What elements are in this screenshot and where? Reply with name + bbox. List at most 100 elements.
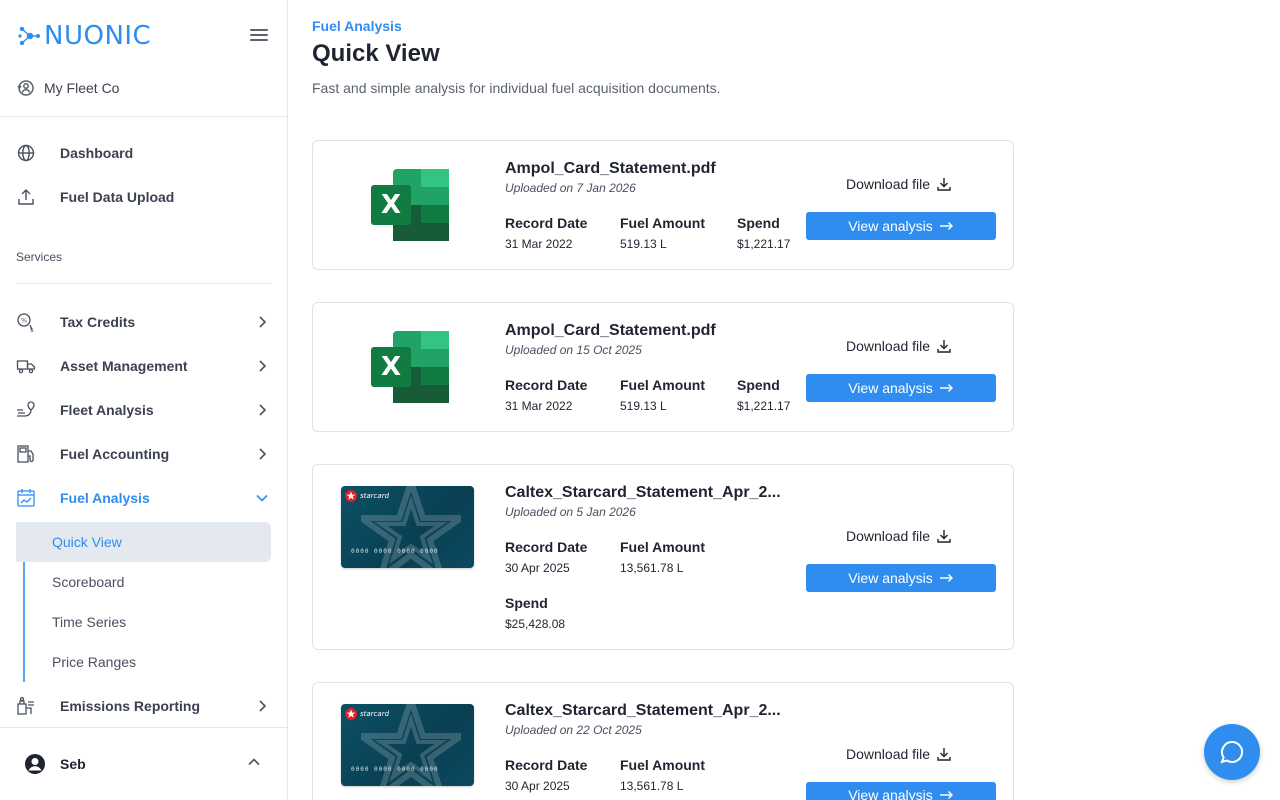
starcard-image: starcard 0000 0000 0000 0000 — [341, 704, 474, 786]
svg-text:$: $ — [30, 327, 34, 332]
document-card: X Ampol_Card_Statement.pdf Uploaded on 7… — [312, 140, 1014, 270]
chevron-up-icon — [248, 758, 260, 766]
brand-name: NUONIC — [44, 21, 152, 51]
excel-icon: X — [371, 169, 449, 246]
sidebar-item-fuel-data-upload[interactable]: Fuel Data Upload — [16, 177, 272, 217]
caltex-star-icon — [345, 708, 357, 720]
page-subtitle: Fast and simple analysis for individual … — [312, 80, 721, 96]
view-analysis-button[interactable]: View analysis — [806, 374, 996, 402]
record-date-label: Record Date — [505, 539, 588, 555]
record-date-field: Record Date 30 Apr 2025 — [505, 757, 587, 793]
download-file-link[interactable]: Download file — [846, 338, 951, 354]
chat-bubble-icon — [1220, 740, 1244, 764]
starcard-image: starcard 0000 0000 0000 0000 — [341, 486, 474, 568]
record-date-label: Record Date — [505, 757, 588, 773]
view-analysis-label: View analysis — [848, 218, 933, 234]
file-name: Caltex_Starcard_Statement_Apr_2... — [505, 484, 781, 501]
arrow-right-icon — [939, 222, 953, 230]
org-switcher[interactable]: My Fleet Co — [16, 76, 119, 100]
sidebar-item-tax-credits[interactable]: % $ Tax Credits — [16, 302, 272, 342]
sidebar-item-asset-management[interactable]: Asset Management — [16, 346, 272, 386]
upload-date: Uploaded on 7 Jan 2026 — [505, 181, 636, 195]
file-name: Ampol_Card_Statement.pdf — [505, 322, 716, 339]
record-date-value: 30 Apr 2025 — [505, 779, 570, 793]
download-icon — [937, 530, 951, 543]
chat-button[interactable] — [1204, 724, 1260, 780]
starcard-brand: starcard — [345, 708, 389, 720]
download-file-link[interactable]: Download file — [846, 746, 951, 762]
spend-field: Spend $1,221.17 — [737, 215, 790, 251]
upload-icon — [16, 187, 36, 207]
document-card: starcard 0000 0000 0000 0000 Caltex_Star… — [312, 682, 1014, 800]
view-analysis-button[interactable]: View analysis — [806, 564, 996, 592]
record-date-value: 31 Mar 2022 — [505, 237, 573, 251]
chevron-right-icon — [259, 700, 266, 712]
spend-label: Spend — [505, 595, 548, 611]
sidebar-item-fuel-analysis[interactable]: Fuel Analysis — [16, 478, 272, 518]
record-date-label: Record Date — [505, 215, 588, 231]
sidebar-item-emissions-reporting[interactable]: Emissions Reporting — [16, 686, 272, 726]
sidebar-item-fuel-accounting[interactable]: Fuel Accounting — [16, 434, 272, 474]
view-analysis-label: View analysis — [848, 787, 933, 800]
record-date-field: Record Date 30 Apr 2025 — [505, 539, 587, 575]
sidebar-subitem-quick-view[interactable]: Quick View — [16, 522, 271, 562]
download-file-link[interactable]: Download file — [846, 176, 951, 192]
fuel-pump-icon — [16, 444, 36, 464]
svg-text:X: X — [381, 190, 401, 220]
main-content: Fuel Analysis Quick View Fast and simple… — [312, 0, 1272, 800]
sidebar-subitem-price-ranges[interactable]: Price Ranges — [24, 642, 271, 682]
spend-field: Spend $1,221.17 — [737, 377, 790, 413]
download-icon — [937, 178, 951, 191]
tax-credits-icon: % $ — [16, 312, 36, 332]
fuel-amount-value: 13,561.78 L — [620, 561, 684, 575]
download-label: Download file — [846, 746, 931, 762]
spend-field: Spend $25,428.08 — [505, 595, 565, 631]
caltex-star-icon — [345, 490, 357, 502]
emissions-icon — [16, 696, 36, 716]
fuel-amount-field: Fuel Amount 13,561.78 L — [620, 539, 705, 575]
truck-icon — [16, 356, 36, 376]
download-label: Download file — [846, 528, 931, 544]
sidebar-item-label: Fleet Analysis — [60, 402, 154, 418]
record-date-field: Record Date 31 Mar 2022 — [505, 377, 587, 413]
sidebar-item-dashboard[interactable]: Dashboard — [16, 133, 272, 173]
breadcrumb[interactable]: Fuel Analysis — [312, 18, 402, 34]
page-title: Quick View — [312, 40, 440, 67]
divider — [16, 283, 271, 284]
download-file-link[interactable]: Download file — [846, 528, 951, 544]
chevron-right-icon — [259, 316, 266, 328]
fuel-analysis-icon — [16, 488, 36, 508]
view-analysis-button[interactable]: View analysis — [806, 212, 996, 240]
view-analysis-button[interactable]: View analysis — [806, 782, 996, 800]
fuel-amount-field: Fuel Amount 13,561.78 L — [620, 757, 705, 793]
download-icon — [937, 340, 951, 353]
record-date-field: Record Date 31 Mar 2022 — [505, 215, 587, 251]
document-card: starcard 0000 0000 0000 0000 Caltex_Star… — [312, 464, 1014, 650]
chevron-right-icon — [259, 360, 266, 372]
fuel-amount-field: Fuel Amount 519.13 L — [620, 215, 705, 251]
org-name: My Fleet Co — [44, 80, 120, 96]
file-name: Ampol_Card_Statement.pdf — [505, 160, 716, 177]
spend-label: Spend — [737, 377, 780, 393]
user-name: Seb — [60, 756, 86, 772]
starcard-brand: starcard — [345, 490, 389, 502]
sidebar-item-label: Fuel Data Upload — [60, 189, 175, 205]
sidebar-subitem-scoreboard[interactable]: Scoreboard — [24, 562, 271, 602]
record-date-value: 30 Apr 2025 — [505, 561, 570, 575]
fuel-amount-field: Fuel Amount 519.13 L — [620, 377, 705, 413]
logo-mark-icon — [18, 26, 40, 46]
fuel-amount-value: 519.13 L — [620, 399, 667, 413]
record-date-value: 31 Mar 2022 — [505, 399, 573, 413]
file-name: Caltex_Starcard_Statement_Apr_2... — [505, 702, 781, 719]
hamburger-menu-icon[interactable] — [250, 26, 268, 46]
nuonic-logo[interactable]: NUONIC — [18, 20, 151, 52]
upload-date: Uploaded on 5 Jan 2026 — [505, 505, 636, 519]
sidebar-item-label: Fuel Accounting — [60, 446, 170, 462]
sidebar-subitem-time-series[interactable]: Time Series — [24, 602, 271, 642]
sidebar-item-label: Tax Credits — [60, 314, 136, 330]
sidebar-item-fleet-analysis[interactable]: Fleet Analysis — [16, 390, 272, 430]
user-menu[interactable]: Seb — [24, 752, 264, 776]
fuel-amount-label: Fuel Amount — [620, 539, 706, 555]
view-analysis-label: View analysis — [848, 380, 933, 396]
fleet-route-icon — [16, 400, 36, 420]
